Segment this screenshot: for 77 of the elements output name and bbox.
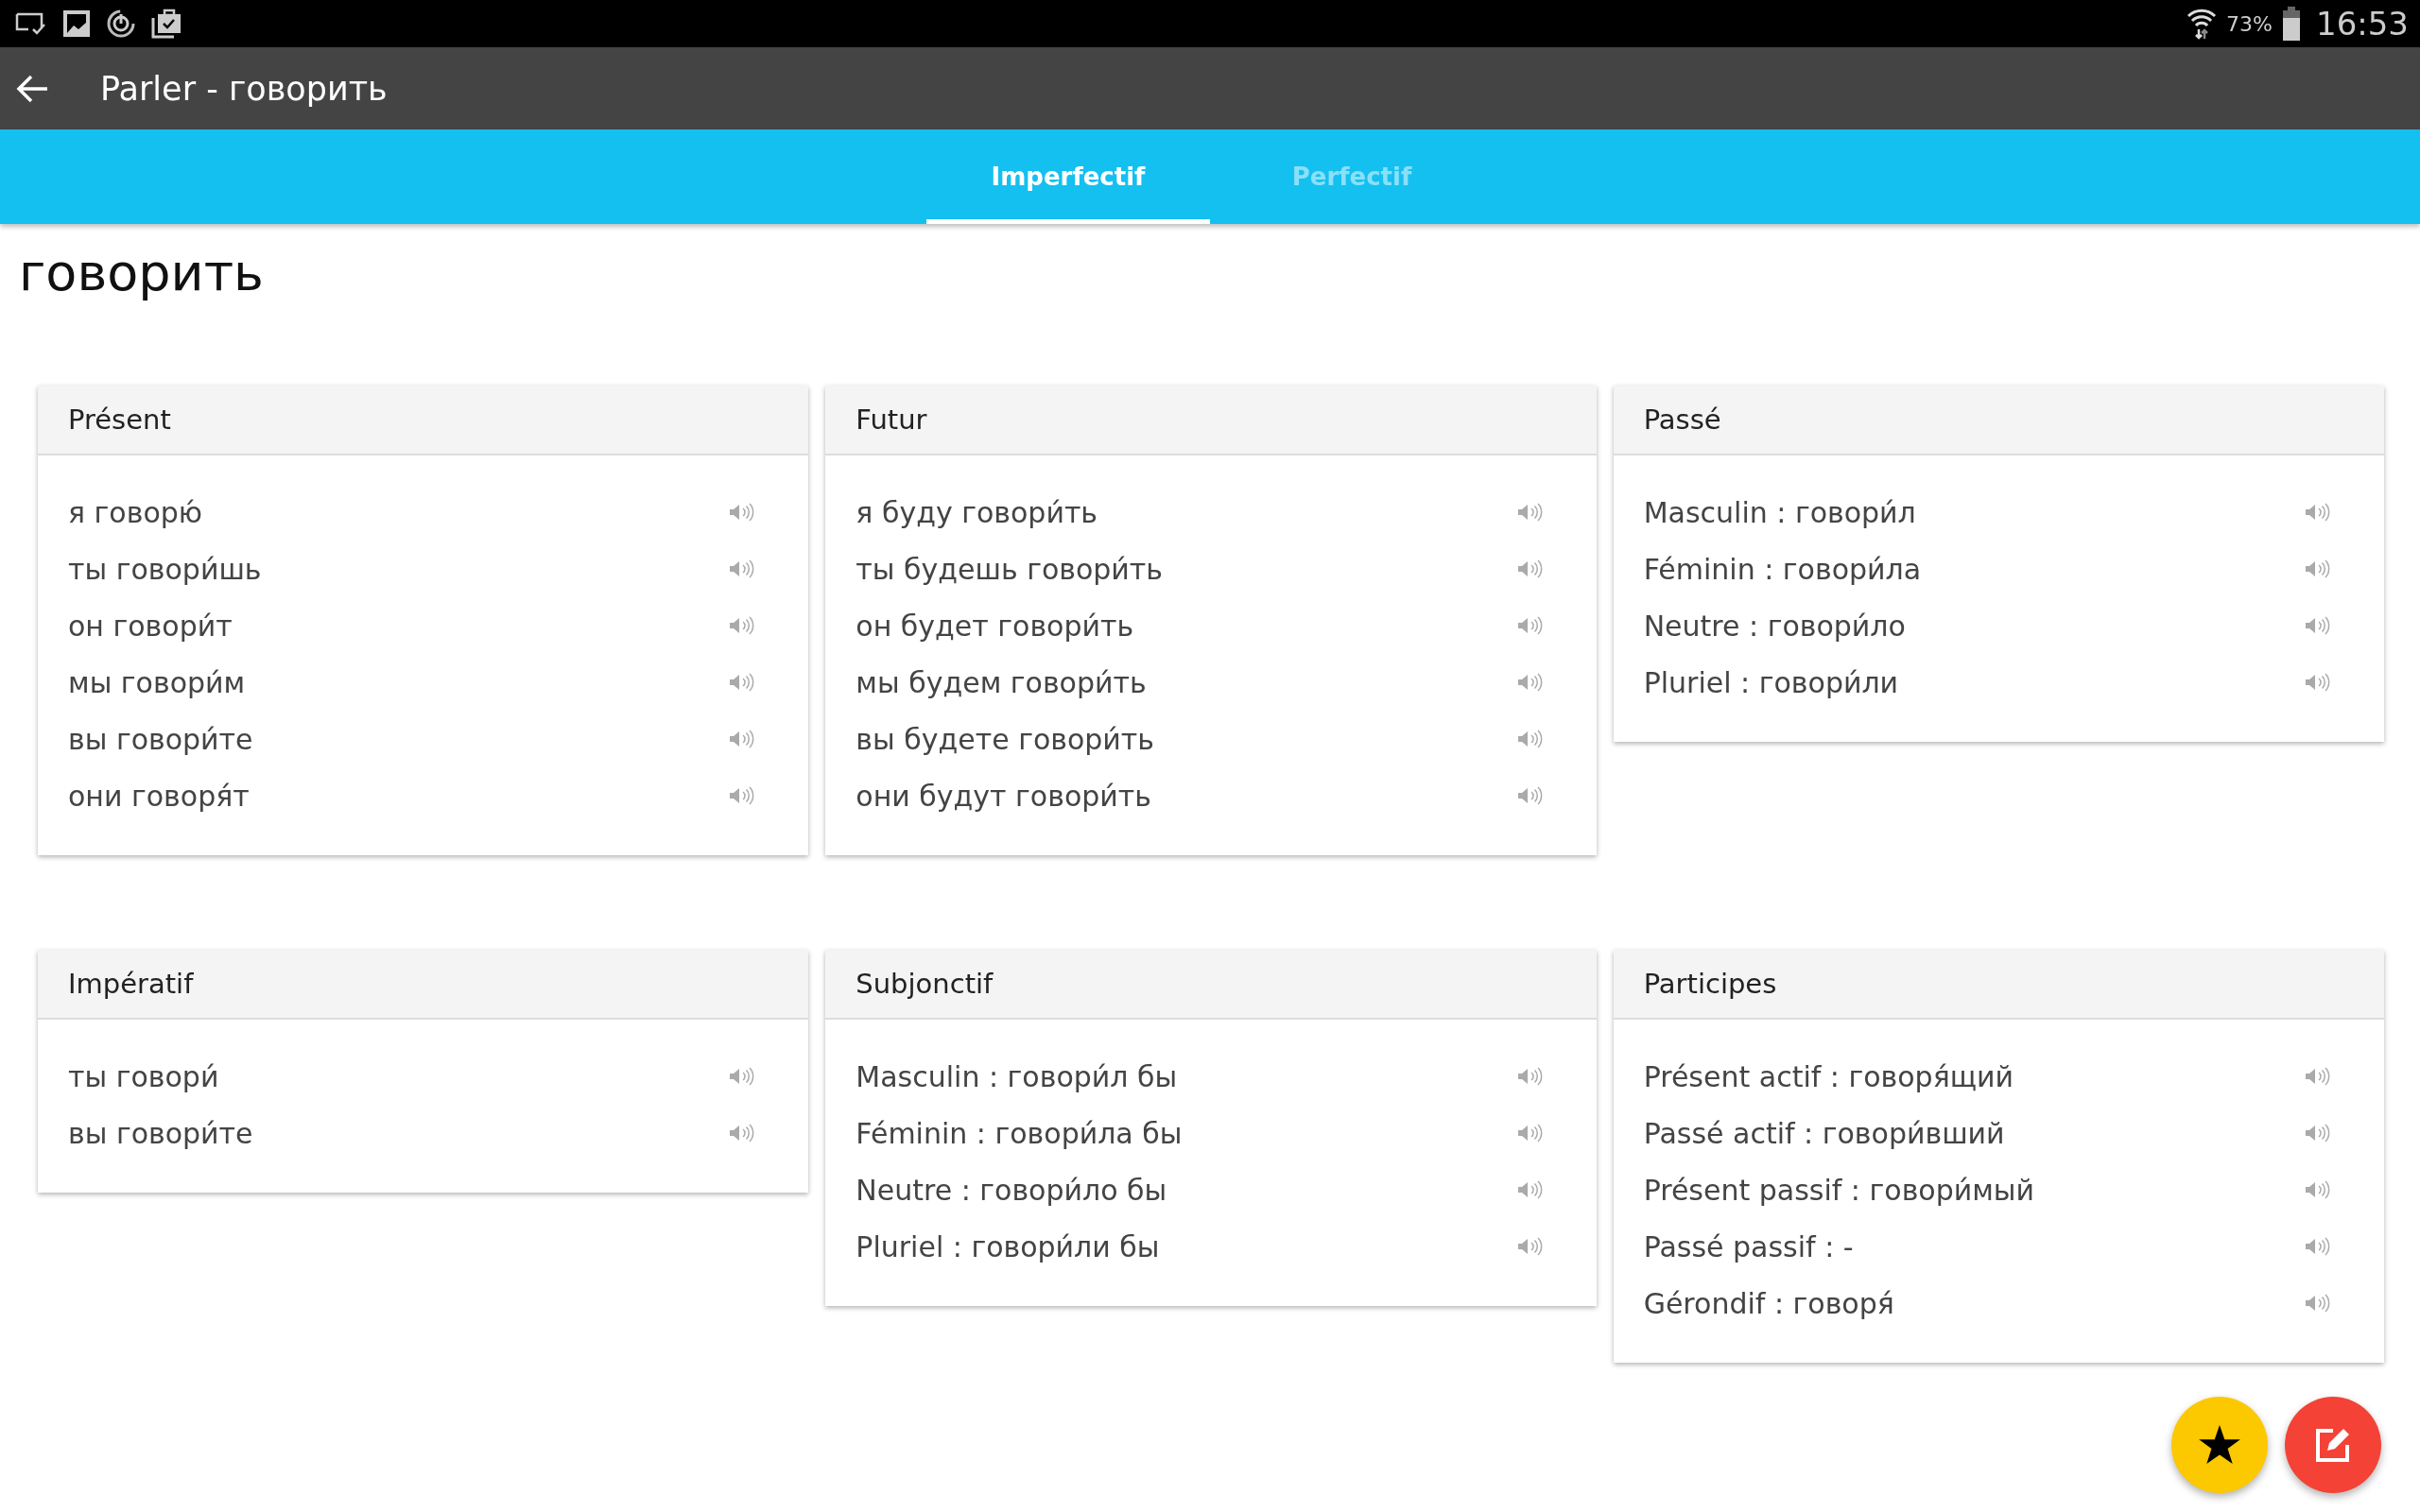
conjugation-form: Masculin : говори́л бы [856,1059,1178,1093]
speaker-button[interactable] [2305,673,2331,692]
speaker-button[interactable] [2305,503,2331,522]
speaker-button[interactable] [2305,559,2331,578]
speaker-button[interactable] [1516,616,1544,635]
speaker-button[interactable] [2305,1067,2331,1086]
wifi-icon [2187,7,2218,41]
speaker-button[interactable] [729,503,756,522]
conjugation-form: они будут говори́ть [856,779,1151,813]
star-icon [2199,1425,2240,1465]
card-title: Passé [1643,404,1721,436]
conjugation-form: Pluriel : говори́ли бы [856,1229,1160,1263]
speaker-button[interactable] [2305,616,2331,635]
edit-icon [2314,1426,2352,1464]
tab[interactable]: Imperfectif [926,129,1210,224]
speaker-button[interactable] [729,786,756,805]
speaker-button[interactable] [1516,786,1544,805]
conjugation-form: Pluriel : говори́ли [1643,665,1899,699]
card-title: Présent [68,404,171,436]
conjugation-form: Masculin : говори́л [1643,495,1916,529]
speaker-button[interactable] [729,616,756,635]
conjugation-form: ты говори́ [68,1059,219,1093]
conjugation-form: ты говори́шь [68,552,262,586]
speaker-button[interactable] [2305,1180,2331,1199]
speaker-button[interactable] [729,1067,756,1086]
conjugation-form: вы будете говори́ть [856,722,1154,756]
speaker-button[interactable] [1516,503,1544,522]
card-title: Futur [856,404,927,436]
edit-button[interactable] [2285,1397,2381,1493]
conjugation-form: вы говори́те [68,722,253,756]
speaker-button[interactable] [1516,559,1544,578]
speaker-button[interactable] [1516,673,1544,692]
card-title: Impératif [68,968,194,1000]
conjugation-form: вы говори́те [68,1116,253,1150]
power-icon [106,9,136,39]
verb-heading: говорить [19,243,265,304]
card-title: Subjonctif [856,968,994,1000]
speaker-button[interactable] [1516,1067,1544,1086]
speaker-button[interactable] [729,673,756,692]
conjugation-form: Féminin : говори́ла [1643,552,1922,586]
conjugation-form: мы говори́м [68,665,246,699]
speaker-button[interactable] [729,559,756,578]
speaker-button[interactable] [1516,730,1544,748]
conjugation-form: Neutre : говори́ло [1643,609,1906,643]
speaker-button[interactable] [1516,1237,1544,1256]
conjugation-form: он будет говори́ть [856,609,1134,643]
conjugation-form: мы будем говори́ть [856,665,1147,699]
conjugation-form: Gérondif : говоря́ [1643,1286,1894,1320]
speaker-button[interactable] [2305,1294,2331,1313]
conjugation-form: он говори́т [68,609,233,643]
conjugation-form: я говорю́ [68,495,203,529]
conjugation-form: ты будешь говори́ть [856,552,1163,586]
card-title: Participes [1643,968,1777,1000]
toolbar-title: Parler - говорить [100,69,388,108]
conjugation-form: Passé actif : говори́вший [1643,1116,2005,1150]
conjugation-form: Présent actif : говоря́щий [1643,1059,2014,1093]
conjugation-form: они говоря́т [68,779,250,813]
conjugation-form: я буду говори́ть [856,495,1098,529]
cast-icon [15,11,47,36]
conjugation-form: Neutre : говори́ло бы [856,1173,1167,1207]
battery-icon [2282,7,2301,41]
speaker-button[interactable] [2305,1124,2331,1143]
speaker-button[interactable] [1516,1124,1544,1143]
speaker-button[interactable] [729,730,756,748]
battery-percentage: 73% [2226,11,2273,36]
back-arrow-icon [15,73,49,104]
favorite-button[interactable] [2171,1397,2268,1493]
speaker-button[interactable] [2305,1237,2331,1256]
speaker-button[interactable] [1516,1180,1544,1199]
conjugation-form: Présent passif : говори́мый [1643,1173,2035,1207]
speaker-button[interactable] [729,1124,756,1143]
briefcase-check-icon [151,9,182,39]
conjugation-form: Féminin : говори́ла бы [856,1116,1183,1150]
tab[interactable]: Perfectif [1210,129,1494,224]
image-icon [62,9,91,38]
conjugation-form: Passé passif : - [1643,1229,1854,1263]
clock-time: 16:53 [2316,5,2409,43]
